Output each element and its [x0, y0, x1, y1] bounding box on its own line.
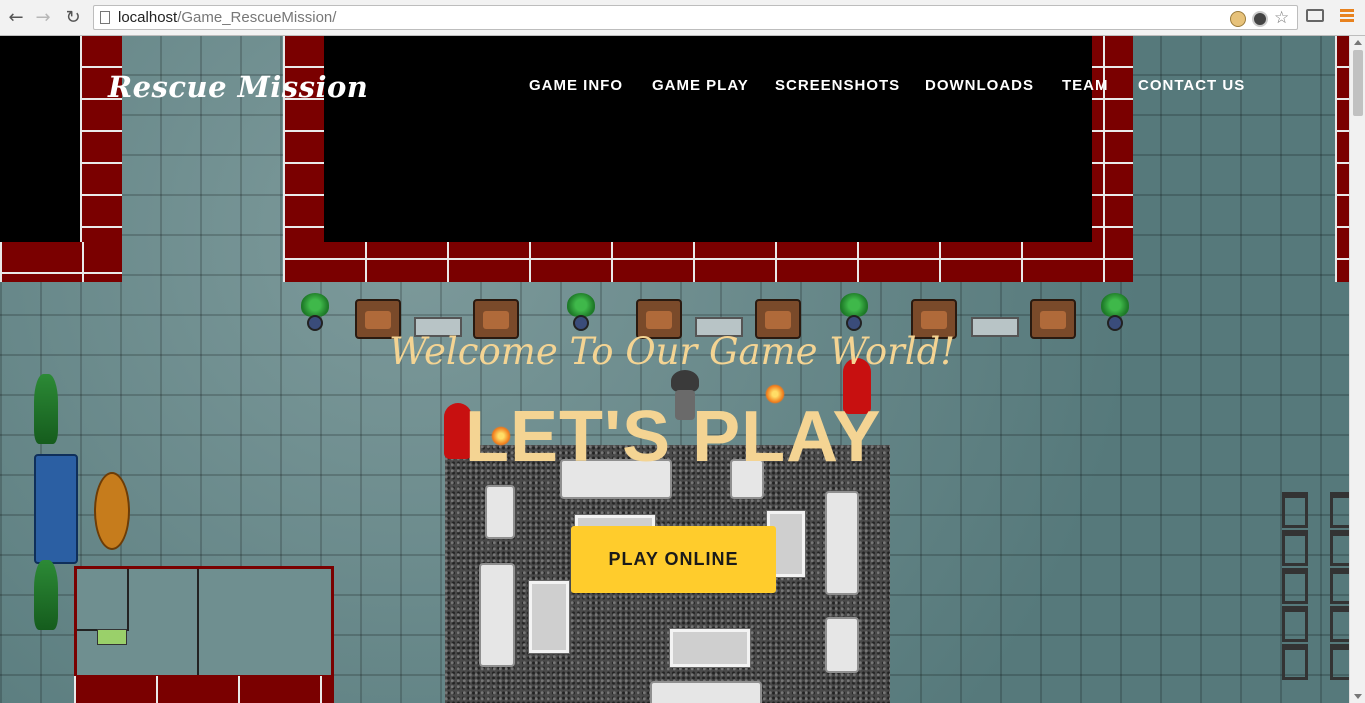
plant-icon — [563, 293, 599, 333]
seat-icon — [1330, 492, 1349, 528]
scroll-down-icon[interactable] — [1354, 694, 1362, 699]
chair-icon — [825, 617, 859, 673]
seat-icon — [1282, 492, 1308, 528]
play-online-button[interactable]: PLAY ONLINE — [571, 526, 776, 593]
plant-icon — [34, 560, 58, 630]
seat-icon — [1282, 568, 1308, 604]
nav-contact-us[interactable]: CONTACT US — [1138, 77, 1245, 94]
plant-icon — [34, 374, 58, 444]
bookmark-star-icon[interactable]: ☆ — [1274, 8, 1290, 28]
nav-game-info[interactable]: GAME INFO — [529, 77, 623, 94]
browser-toolbar: ← → ↻ localhost/Game_RescueMission/ ☆ — [0, 0, 1365, 36]
sofa-icon — [825, 491, 859, 595]
seat-icon — [1330, 606, 1349, 642]
forward-arrow-icon[interactable]: → — [32, 6, 54, 28]
address-bar[interactable]: localhost/Game_RescueMission/ ☆ — [93, 5, 1298, 30]
nav-downloads[interactable]: DOWNLOADS — [925, 77, 1034, 94]
cast-icon[interactable] — [1306, 9, 1324, 22]
hero-welcome-text: Welcome To Our Game World! — [389, 330, 956, 373]
scroll-up-icon[interactable] — [1354, 40, 1362, 45]
brick-wall — [1335, 36, 1349, 282]
brick-wall — [0, 242, 122, 282]
plant-icon — [836, 293, 872, 333]
room-map — [74, 566, 334, 678]
chair-icon — [485, 485, 515, 539]
nav-team[interactable]: TEAM — [1062, 77, 1109, 94]
seat-icon — [1282, 606, 1308, 642]
table-icon — [94, 472, 130, 550]
seat-icon — [1330, 644, 1349, 680]
sofa-icon — [34, 454, 78, 564]
extension-icon[interactable] — [1230, 11, 1246, 27]
url-text[interactable]: localhost/Game_RescueMission/ — [118, 9, 336, 26]
wall-dark-center — [324, 36, 1092, 242]
plant-icon — [297, 293, 333, 333]
back-arrow-icon[interactable]: ← — [5, 6, 27, 28]
url-host: localhost — [118, 9, 178, 26]
nav-screenshots[interactable]: SCREENSHOTS — [775, 77, 900, 94]
sofa-icon — [650, 681, 762, 703]
wall-dark-left — [0, 36, 80, 242]
vertical-scrollbar[interactable] — [1349, 36, 1365, 703]
reload-icon[interactable]: ↻ — [62, 6, 84, 28]
hero-headline: LET'S PLAY — [465, 397, 882, 477]
site-logo[interactable]: Rescue Mission — [108, 70, 368, 104]
sofa-icon — [479, 563, 515, 667]
shield-extension-icon[interactable] — [1252, 11, 1268, 27]
table-icon — [528, 580, 570, 654]
brick-wall — [74, 676, 334, 703]
armchair-icon — [1030, 299, 1076, 339]
seat-icon — [1282, 644, 1308, 680]
seat-icon — [1330, 568, 1349, 604]
seat-icon — [1282, 530, 1308, 566]
browser-menu-icon[interactable] — [1340, 9, 1354, 24]
table-icon — [669, 628, 751, 668]
seat-icon — [1330, 530, 1349, 566]
scrollbar-thumb[interactable] — [1353, 50, 1363, 116]
table-icon — [971, 317, 1019, 337]
plant-icon — [1097, 293, 1133, 333]
nav-game-play[interactable]: GAME PLAY — [652, 77, 749, 94]
page-icon — [100, 11, 110, 24]
url-path: /Game_RescueMission/ — [177, 9, 337, 26]
